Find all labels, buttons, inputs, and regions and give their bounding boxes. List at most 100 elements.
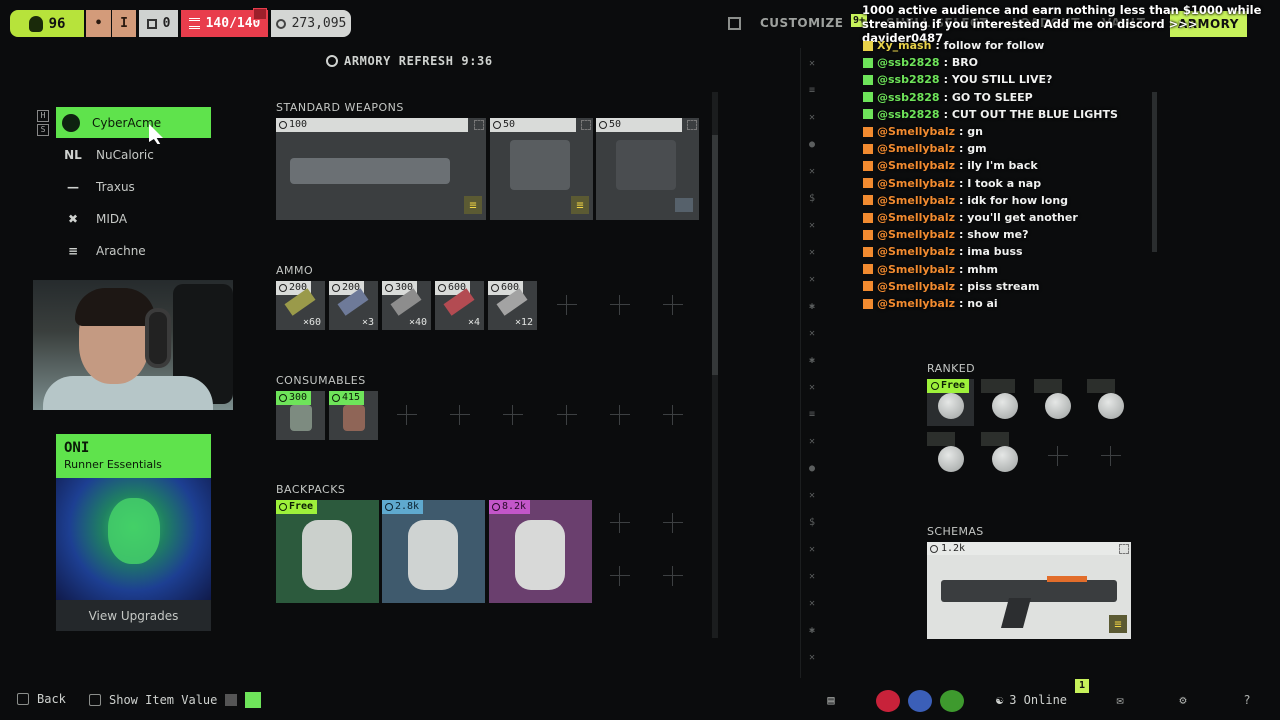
chat-line: @Smellybalz: idk for how long [863, 192, 1068, 209]
chat-username[interactable]: @Smellybalz [877, 211, 955, 224]
faction-traxus[interactable]: — Traxus [56, 171, 211, 202]
dot-icon[interactable]: ● [806, 463, 818, 475]
empty-slot [663, 405, 683, 425]
right-scrollbar[interactable] [1152, 92, 1157, 252]
squad-member-avatar[interactable] [876, 690, 900, 712]
close-icon[interactable]: ✕ [806, 328, 818, 340]
backpack-item[interactable]: 8.2k [489, 500, 592, 603]
ranked-item[interactable]: Free [927, 379, 974, 426]
ranked-item-locked[interactable] [927, 432, 974, 479]
ammo-item[interactable]: 600 ×12 [488, 281, 537, 330]
grid-icon [687, 120, 697, 130]
close-icon[interactable]: ✕ [806, 220, 818, 232]
level-badge[interactable]: 96 [10, 10, 84, 37]
close-icon[interactable]: ✕ [806, 598, 818, 610]
show-item-value-toggle[interactable]: Show Item Value [89, 692, 262, 708]
list-icon[interactable]: ≡ [806, 409, 818, 421]
ammo-item[interactable]: 200 ×3 [329, 281, 378, 330]
quantity-label: ×60 [302, 317, 321, 328]
dollar-icon[interactable]: $ [806, 193, 818, 205]
keyboard-key-icon [17, 693, 29, 705]
close-icon[interactable]: ✕ [806, 652, 818, 664]
runner-level-icon [28, 15, 43, 32]
weapon-item[interactable]: 100 ≡ [276, 118, 486, 220]
close-icon[interactable]: ✕ [806, 58, 818, 70]
chat-username[interactable]: @Smellybalz [877, 194, 955, 207]
oni-portrait [56, 478, 211, 600]
squad-member-avatar[interactable] [940, 690, 964, 712]
star-icon[interactable]: ✱ [806, 355, 818, 367]
chat-username[interactable]: @Smellybalz [877, 177, 955, 190]
chat-username[interactable]: @Smellybalz [877, 280, 955, 293]
close-icon[interactable]: ✕ [806, 247, 818, 259]
credits-balance[interactable]: 273,095 [271, 10, 351, 37]
dot-icon[interactable]: ● [806, 139, 818, 151]
ammo-item[interactable]: 600 ×4 [435, 281, 484, 330]
close-icon[interactable]: ✕ [806, 112, 818, 124]
tool-slot-1[interactable]: • [86, 10, 111, 37]
ranked-item-locked[interactable] [1087, 379, 1134, 426]
close-icon[interactable]: ✕ [806, 544, 818, 556]
star-icon[interactable]: ✱ [806, 301, 818, 313]
consumable-item[interactable]: 300 [276, 391, 325, 440]
mail-icon[interactable]: ✉ [1114, 694, 1126, 706]
chat-username[interactable]: @ssb2828 [877, 73, 940, 86]
chat-badge-icon [863, 143, 873, 154]
toggle-on-icon[interactable] [245, 692, 262, 708]
faction-cyberacme[interactable]: CyberAcme [56, 107, 211, 138]
oni-card[interactable]: ONI Runner Essentials View Upgrades [56, 434, 211, 631]
chat-username[interactable]: @Smellybalz [877, 297, 955, 310]
ammo-item[interactable]: 200 ×60 [276, 281, 325, 330]
weapon-item[interactable]: 50 ≡ [490, 118, 593, 220]
chat-badge-icon [863, 246, 873, 257]
ranked-item-locked[interactable] [981, 379, 1028, 426]
chat-username[interactable]: @ssb2828 [877, 56, 940, 69]
help-icon[interactable]: ? [1241, 694, 1253, 706]
tool-slot-2[interactable]: I [112, 10, 136, 37]
close-icon[interactable]: ✕ [806, 274, 818, 286]
view-upgrades-button[interactable]: View Upgrades [56, 600, 211, 631]
menu-icon[interactable] [728, 17, 741, 30]
chat-username[interactable]: @Smellybalz [877, 159, 955, 172]
schema-item[interactable]: 1.2k ≡ [927, 542, 1131, 639]
faction-mida[interactable]: ✖ MIDA [56, 203, 211, 234]
online-friends[interactable]: ☯ 3 Online [996, 693, 1067, 707]
chat-username[interactable]: @ssb2828 [877, 91, 940, 104]
chat-username[interactable]: Xy_mash [877, 39, 931, 52]
star-icon[interactable]: ✱ [806, 625, 818, 637]
gear-icon[interactable]: ⚙ [1177, 694, 1189, 706]
faction-nucaloric[interactable]: NL NuCaloric [56, 139, 211, 170]
chat-icon[interactable]: ▤ [825, 694, 837, 706]
credit-icon [438, 284, 446, 292]
close-icon[interactable]: ✕ [806, 382, 818, 394]
list-icon[interactable]: ≡ [806, 85, 818, 97]
close-icon[interactable]: ✕ [806, 436, 818, 448]
tab-customize[interactable]: CUSTOMIZE [760, 16, 843, 30]
inventory-count[interactable]: 0 [139, 10, 178, 37]
ranked-item-locked[interactable] [1034, 379, 1081, 426]
backpack-item[interactable]: 2.8k [382, 500, 485, 603]
faction-arachne[interactable]: ≡ Arachne [56, 235, 211, 266]
chat-username[interactable]: @Smellybalz [877, 263, 955, 276]
armory-scrollbar-thumb[interactable] [712, 135, 718, 375]
squad-member-avatar[interactable] [908, 690, 932, 712]
weapon-item[interactable]: 50 [596, 118, 699, 220]
back-button[interactable]: Back [17, 692, 66, 706]
chat-username[interactable]: @Smellybalz [877, 245, 955, 258]
backpack-item[interactable]: Free [276, 500, 379, 603]
toggle-off-icon[interactable] [225, 694, 238, 706]
consumable-item[interactable]: 415 [329, 391, 378, 440]
close-icon[interactable]: ✕ [806, 490, 818, 502]
close-icon[interactable]: ✕ [806, 166, 818, 178]
alert-indicator [253, 8, 267, 20]
price-tag: 2.8k [382, 500, 424, 514]
chat-username[interactable]: @Smellybalz [877, 228, 955, 241]
ranked-item-locked[interactable] [981, 432, 1028, 479]
chat-username[interactable]: @ssb2828 [877, 108, 940, 121]
close-icon[interactable]: ✕ [806, 571, 818, 583]
chat-username[interactable]: @Smellybalz [877, 142, 955, 155]
dollar-icon[interactable]: $ [806, 517, 818, 529]
empty-slot [610, 295, 630, 315]
ammo-item[interactable]: 300 ×40 [382, 281, 431, 330]
chat-username[interactable]: @Smellybalz [877, 125, 955, 138]
